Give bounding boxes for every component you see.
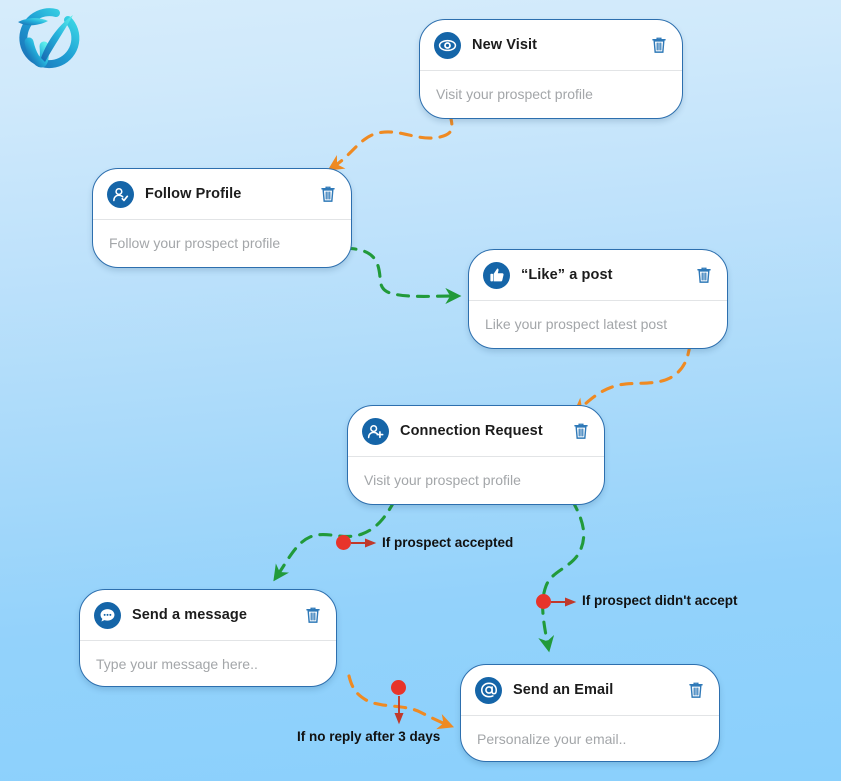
edge-follow-profile-to-like-a-post bbox=[343, 246, 462, 305]
node-placeholder[interactable]: Type your message here.. bbox=[80, 641, 336, 687]
condition-label-no-reply-3-days: If no reply after 3 days bbox=[297, 729, 441, 744]
node-placeholder[interactable]: Personalize your email.. bbox=[461, 716, 719, 762]
at-sign-icon bbox=[475, 676, 502, 704]
trash-icon[interactable] bbox=[695, 265, 713, 285]
thumbs-up-icon bbox=[483, 261, 510, 289]
trash-icon[interactable] bbox=[304, 605, 322, 625]
brand-checkmark-logo bbox=[8, 6, 82, 74]
node-send-an-email[interactable]: Send an Email Personalize your email.. bbox=[460, 664, 720, 762]
condition-label-prospect-accepted: If prospect accepted bbox=[382, 535, 514, 550]
node-title: Connection Request bbox=[400, 423, 543, 439]
condition-dot-no-reply-3-days[interactable] bbox=[391, 680, 406, 695]
trash-icon[interactable] bbox=[572, 421, 590, 441]
node-header: Connection Request bbox=[348, 406, 604, 457]
node-title: “Like” a post bbox=[521, 267, 613, 283]
node-title: Send an Email bbox=[513, 682, 614, 698]
condition-dot-prospect-didnt-accept[interactable] bbox=[536, 594, 551, 609]
trash-icon[interactable] bbox=[687, 680, 705, 700]
user-check-icon bbox=[107, 180, 134, 208]
workflow-canvas: New Visit Visit your prospect profile Fo… bbox=[0, 0, 841, 781]
chat-bubble-icon bbox=[94, 601, 121, 629]
node-header: Follow Profile bbox=[93, 169, 351, 220]
trash-icon[interactable] bbox=[650, 35, 668, 55]
node-placeholder[interactable]: Like your prospect latest post bbox=[469, 301, 727, 347]
node-placeholder[interactable]: Visit your prospect profile bbox=[420, 71, 682, 117]
node-placeholder[interactable]: Follow your prospect profile bbox=[93, 220, 351, 266]
node-header: Send a message bbox=[80, 590, 336, 641]
node-title: Send a message bbox=[132, 607, 248, 623]
edge-connection-request-to-send-an-email bbox=[538, 498, 586, 653]
node-title: Follow Profile bbox=[145, 186, 242, 202]
node-like-a-post[interactable]: “Like” a post Like your prospect latest … bbox=[468, 249, 728, 349]
node-header: Send an Email bbox=[461, 665, 719, 716]
trash-icon[interactable] bbox=[319, 184, 337, 204]
node-placeholder[interactable]: Visit your prospect profile bbox=[348, 457, 604, 503]
node-follow-profile[interactable]: Follow Profile Follow your prospect prof… bbox=[92, 168, 352, 268]
eye-icon bbox=[434, 31, 461, 59]
node-header: “Like” a post bbox=[469, 250, 727, 301]
edge-new-visit-to-follow-profile bbox=[327, 111, 454, 171]
user-plus-icon bbox=[362, 417, 389, 445]
node-title: New Visit bbox=[472, 37, 538, 53]
node-connection-request[interactable]: Connection Request Visit your prospect p… bbox=[347, 405, 605, 505]
node-new-visit[interactable]: New Visit Visit your prospect profile bbox=[419, 19, 683, 119]
condition-label-prospect-didnt-accept: If prospect didn't accept bbox=[582, 593, 738, 608]
edge-like-a-post-to-connection-request bbox=[573, 342, 692, 415]
condition-dot-prospect-accepted[interactable] bbox=[336, 535, 351, 550]
node-send-a-message[interactable]: Send a message Type your message here.. bbox=[79, 589, 337, 687]
node-header: New Visit bbox=[420, 20, 682, 71]
